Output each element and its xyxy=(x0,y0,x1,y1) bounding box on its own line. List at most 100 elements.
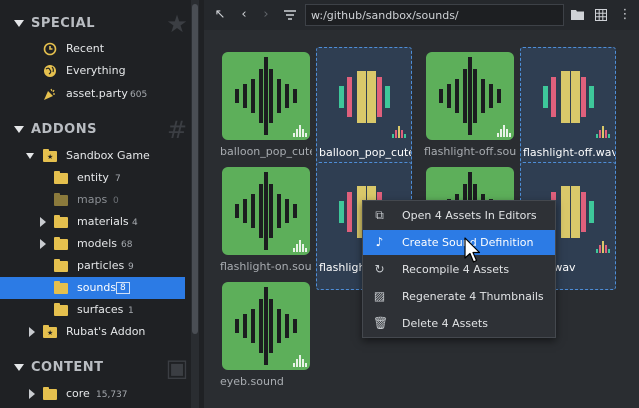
forward-arrow-icon[interactable]: › xyxy=(255,4,277,26)
waveform-bar xyxy=(489,84,493,108)
waveform-bar xyxy=(293,89,297,103)
expand-caret-icon xyxy=(26,153,34,159)
menu-item-recompile[interactable]: ↻ Recompile 4 Assets xyxy=(363,257,555,282)
waveform-bar xyxy=(571,71,580,123)
waveform-bar xyxy=(264,287,268,365)
waveform-bar xyxy=(447,84,451,108)
waveform-bar xyxy=(581,77,586,117)
section-content-label: CONTENT xyxy=(31,360,104,375)
section-content-header[interactable]: CONTENT ▣ xyxy=(0,355,190,381)
waveform-bar xyxy=(339,86,344,108)
globe-icon xyxy=(44,65,56,77)
sound-type-badge-icon xyxy=(293,125,307,137)
waveform-bar xyxy=(377,77,382,117)
asset-count-badge: 7 xyxy=(115,174,121,184)
waveform-bar xyxy=(455,79,459,113)
menu-item-label: Open 4 Assets In Editors xyxy=(402,209,537,222)
collapse-caret-icon xyxy=(14,20,24,27)
tree-item-rubats-addon[interactable]: ★ Rubat's Addon xyxy=(0,321,190,343)
waveform-bar xyxy=(561,186,570,238)
menu-item-open-in-editors[interactable]: ⧉ Open 4 Assets In Editors xyxy=(363,203,555,228)
section-addons-header[interactable]: ADDONS # xyxy=(0,117,190,143)
tree-item-surfaces[interactable]: surfaces 1 xyxy=(0,299,190,321)
go-up-arrow-icon[interactable]: ↖ xyxy=(209,4,231,26)
asset-thumbnail xyxy=(321,53,409,141)
tree-item-entity[interactable]: entity 7 xyxy=(0,167,190,189)
addon-folder-icon: ★ xyxy=(43,149,57,162)
waveform-bar xyxy=(473,69,477,123)
tree-item-sandbox-game[interactable]: ★ Sandbox Game xyxy=(0,145,190,167)
asset-count-badge: 15,737 xyxy=(96,390,128,400)
asset-thumbnail xyxy=(426,52,514,140)
back-arrow-icon[interactable]: ‹ xyxy=(233,4,255,26)
waveform-bar xyxy=(243,84,247,108)
menu-item-delete[interactable]: 🗑 Delete 4 Assets xyxy=(363,311,555,336)
asset-tile[interactable]: balloon_pop_cute xyxy=(316,47,412,175)
waveform-bar xyxy=(357,71,366,123)
asset-tile[interactable]: flashlight-on.sou xyxy=(218,162,314,290)
sound-type-badge-icon xyxy=(497,125,511,137)
folder-icon xyxy=(54,215,68,228)
waveform-bar xyxy=(235,204,239,218)
tree-item-maps[interactable]: maps 0 xyxy=(0,189,190,211)
asset-filename: flashlight-off.wav xyxy=(523,146,615,159)
menu-item-label: Recompile 4 Assets xyxy=(402,263,510,276)
filter-icon[interactable] xyxy=(279,4,301,26)
folder-open-icon[interactable] xyxy=(566,4,588,26)
waveform-bar xyxy=(543,86,548,108)
more-options-icon[interactable]: ⋮ xyxy=(614,4,636,26)
context-menu: ⧉ Open 4 Assets In Editors ♪ Create Soun… xyxy=(362,200,556,338)
clock-icon xyxy=(43,42,57,56)
sidebar-item-label: asset.party xyxy=(66,87,128,100)
asset-count-badge: 8 xyxy=(116,282,130,294)
asset-count-badge: 1 xyxy=(128,306,134,316)
folder-icon xyxy=(54,281,68,294)
asset-thumbnail xyxy=(525,53,613,141)
asset-thumbnail xyxy=(222,282,310,370)
sidebar-item-everything[interactable]: Everything xyxy=(0,60,190,82)
asset-count-badge: 4 xyxy=(132,218,138,228)
waveform-bar xyxy=(259,299,263,353)
sidebar-scrollbar-thumb[interactable] xyxy=(192,4,198,334)
waveform-bar xyxy=(269,299,273,353)
asset-tile[interactable]: balloon_pop_cute xyxy=(218,47,314,175)
collapse-caret-icon xyxy=(14,126,24,133)
waveform-bar xyxy=(481,79,485,113)
menu-item-label: Regenerate 4 Thumbnails xyxy=(402,290,544,303)
grid-view-icon[interactable] xyxy=(590,4,612,26)
waveform-bar xyxy=(285,199,289,223)
menu-item-create-sound-definition[interactable]: ♪ Create Sound Definition xyxy=(363,230,555,255)
sidebar-item-label: Recent xyxy=(66,42,105,55)
hash-icon: # xyxy=(166,116,188,144)
asset-tile[interactable]: flashlight-off.sou xyxy=(422,47,518,175)
asset-tile[interactable]: eyeb.sound xyxy=(218,277,314,405)
tree-item-materials[interactable]: materials 4 xyxy=(0,211,190,233)
tree-item-label: entity xyxy=(77,171,109,184)
section-special-header[interactable]: SPECIAL ★ xyxy=(0,11,190,37)
tree-item-particles[interactable]: particles 9 xyxy=(0,255,190,277)
asset-tile[interactable]: flashlight-off.wav xyxy=(520,47,616,175)
menu-item-regenerate-thumbnails[interactable]: ▨ Regenerate 4 Thumbnails xyxy=(363,284,555,309)
waveform-bar xyxy=(251,79,255,113)
asset-filename: flashlight-on.sou xyxy=(220,260,312,273)
sidebar-item-asset-party[interactable]: asset.party 605 xyxy=(0,83,190,105)
tree-item-sounds[interactable]: sounds 8 xyxy=(0,277,185,299)
waveform-bar xyxy=(497,89,501,103)
path-input[interactable] xyxy=(305,4,564,26)
tree-item-core[interactable]: core 15,737 xyxy=(0,383,190,405)
tree-item-models[interactable]: models 68 xyxy=(0,233,190,255)
waveform-bar xyxy=(561,71,570,123)
waveform-bar xyxy=(269,69,273,123)
asset-thumbnail xyxy=(222,167,310,255)
folder-icon xyxy=(54,303,68,316)
expand-caret-icon xyxy=(40,239,46,249)
waveform-bar xyxy=(277,194,281,228)
sidebar-item-recent[interactable]: Recent xyxy=(0,38,190,60)
waveform-bar xyxy=(385,86,390,108)
waveform-bar xyxy=(251,309,255,343)
tree-item-label: Sandbox Game xyxy=(66,149,150,162)
tree-item-label: surfaces xyxy=(77,303,124,316)
asset-sidebar: SPECIAL ★ Recent Everything asset.party … xyxy=(0,0,204,408)
waveform-bar xyxy=(293,204,297,218)
asset-count-badge: 605 xyxy=(130,90,148,100)
